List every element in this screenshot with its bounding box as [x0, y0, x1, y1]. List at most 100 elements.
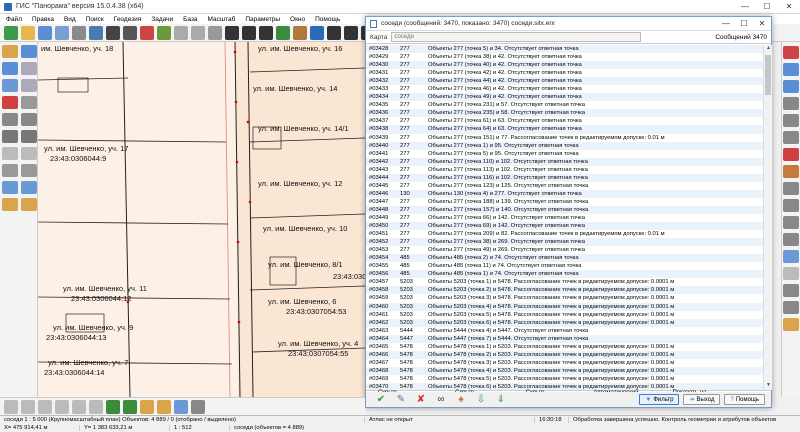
snap-icon[interactable]	[783, 148, 799, 161]
scroll-thumb[interactable]	[765, 55, 771, 95]
vertical-scrollbar[interactable]: ▲ ▼	[763, 45, 772, 390]
add-layer-icon[interactable]	[38, 25, 52, 40]
arrow-right-icon[interactable]	[783, 46, 799, 59]
redo-icon[interactable]	[783, 301, 799, 314]
message-row[interactable]: #03450 277 Объекты 277 (точка 69) и 142. О…	[366, 222, 763, 231]
download-icon[interactable]: ⇩	[474, 394, 488, 405]
text-label-icon[interactable]	[783, 267, 799, 280]
message-row[interactable]: #03432 277 Объекты 277 (точка 44) и 42. От…	[366, 77, 763, 86]
edit-icon[interactable]	[783, 63, 799, 76]
message-row[interactable]: #03439 277 Объекты 277 (точка 151) и 77. Р…	[366, 134, 763, 142]
pen-icon[interactable]: ✎	[394, 394, 408, 405]
line-icon[interactable]	[21, 45, 37, 58]
measure-line-icon[interactable]	[783, 250, 799, 263]
select-object-icon[interactable]	[4, 399, 18, 414]
message-row[interactable]: #03431 277 Объекты 277 (точка 42) и 42. От…	[366, 69, 763, 77]
settings-gear-icon[interactable]	[2, 198, 18, 211]
gear-icon[interactable]	[783, 318, 799, 331]
report-alt-icon[interactable]	[123, 399, 137, 414]
minimize-button[interactable]: —	[734, 0, 756, 14]
message-row[interactable]: #03463 5444 Объекты 5444 (точка 4) и 5447.…	[366, 327, 763, 335]
message-row[interactable]: #03442 277 Объекты 277 (точка 110) и 102. …	[366, 157, 763, 166]
select-icon[interactable]	[21, 62, 37, 75]
messages-grid[interactable]: #03428 277 Объекты 277 (точка 5) и 34. Отс…	[366, 45, 763, 390]
binoculars-find-icon[interactable]	[242, 25, 256, 40]
map-filter-input[interactable]	[391, 32, 642, 42]
select-all-icon[interactable]	[89, 399, 103, 414]
message-row[interactable]: #03448 277 Объекты 277 (точка 157) и 140. …	[366, 205, 763, 214]
message-row[interactable]: #03437 277 Объекты 277 (точка 61) и 63. От…	[366, 117, 763, 125]
zoom-in-icon[interactable]	[174, 25, 188, 40]
curve-icon[interactable]	[783, 80, 799, 93]
pan-icon[interactable]	[208, 25, 222, 40]
select-text-icon[interactable]	[72, 399, 86, 414]
edit-line-icon[interactable]	[2, 79, 18, 92]
message-row[interactable]: #03451 277 Объекты 277 (точка 209) и 82. Р…	[366, 230, 763, 238]
menu-edit[interactable]: Правка	[32, 16, 54, 23]
menu-search[interactable]: Поиск	[86, 16, 104, 23]
offset-icon[interactable]	[783, 216, 799, 229]
menu-tasks[interactable]: Задачи	[151, 16, 173, 23]
cursor-icon[interactable]	[191, 399, 205, 414]
select-point-icon[interactable]	[55, 399, 69, 414]
legend-icon[interactable]	[140, 25, 154, 40]
message-row[interactable]: #03457 5203 Объекты 5203 (точка 1) и 5478.…	[366, 278, 763, 286]
message-row[interactable]: #03434 277 Объекты 277 (точка 49) и 42. От…	[366, 93, 763, 102]
menu-help[interactable]: Помощь	[315, 16, 340, 23]
map-canvas[interactable]: им. Шевченко, уч. 18 ул. им. Шевченко, у…	[38, 42, 365, 397]
text-ab-icon[interactable]	[2, 147, 18, 160]
message-row[interactable]: #03459 5203 Объекты 5203 (точка 3) и 5478.…	[366, 294, 763, 302]
message-row[interactable]: #03460 5203 Объекты 5203 (точка 4) и 5478.…	[366, 302, 763, 311]
binoculars-search-icon[interactable]	[225, 25, 239, 40]
filter-button[interactable]: ▼ Фильтр	[639, 394, 680, 405]
copy-object-icon[interactable]	[2, 181, 18, 194]
menu-parameters[interactable]: Параметры	[245, 16, 280, 23]
properties-icon[interactable]	[21, 198, 37, 211]
message-row[interactable]: #03464 5447 Объекты 5447 (точка 7) и 5444.…	[366, 334, 763, 343]
info-icon[interactable]	[310, 25, 324, 40]
binoculars-select-icon[interactable]	[259, 25, 273, 40]
chain-icon[interactable]	[783, 233, 799, 246]
message-row[interactable]: #03468 5478 Объекты 5478 (точка 4) и 5203.…	[366, 366, 763, 375]
circle-icon[interactable]	[783, 131, 799, 144]
scroll-down-icon[interactable]: ▼	[764, 382, 773, 390]
menu-window[interactable]: Окно	[290, 16, 305, 23]
image-icon[interactable]	[293, 25, 307, 40]
message-row[interactable]: #03428 277 Объекты 277 (точка 5) и 34. Отс…	[366, 45, 763, 54]
rotate-icon[interactable]	[2, 164, 18, 177]
menu-scale[interactable]: Масштаб	[208, 16, 236, 23]
select-line-icon[interactable]	[38, 399, 52, 414]
download-all-icon[interactable]: ⇓	[494, 394, 508, 405]
dialog-maximize-button[interactable]: ☐	[735, 17, 753, 31]
print-icon[interactable]	[72, 25, 86, 40]
grid-icon[interactable]	[89, 25, 103, 40]
binoculars-view-icon[interactable]	[327, 25, 341, 40]
mirror-icon[interactable]	[21, 181, 37, 194]
menu-geodesy[interactable]: Геодезия	[114, 16, 142, 23]
zoom-out-icon[interactable]	[191, 25, 205, 40]
square-icon[interactable]	[783, 114, 799, 127]
message-row[interactable]: #03445 277 Объекты 277 (точка 123) и 125. …	[366, 182, 763, 190]
pencil-icon[interactable]	[2, 45, 18, 58]
message-row[interactable]: #03465 5478 Объекты 5478 (точка 1) и 5203.…	[366, 343, 763, 351]
new-map-icon[interactable]	[4, 25, 18, 40]
scale-icon[interactable]	[21, 164, 37, 177]
message-row[interactable]: #03455 485 Объекты 485 (точка 11) и 74. От…	[366, 262, 763, 270]
select-area-icon[interactable]	[21, 399, 35, 414]
delete-cross-icon[interactable]: ✘	[414, 394, 428, 405]
join-icon[interactable]	[21, 130, 37, 143]
menu-view[interactable]: Вид	[64, 16, 76, 23]
message-row[interactable]: #03458 5203 Объекты 5203 (точка 2) и 5478.…	[366, 286, 763, 295]
message-row[interactable]: #03438 277 Объекты 277 (точка 64) и 63. От…	[366, 125, 763, 134]
save-icon[interactable]	[55, 25, 69, 40]
table-icon[interactable]	[140, 399, 154, 414]
trim-icon[interactable]	[783, 182, 799, 195]
message-row[interactable]: #03429 277 Объекты 277 (точка 38) и 42. От…	[366, 53, 763, 61]
maximize-button[interactable]: ☐	[756, 0, 778, 14]
brush-fix-icon[interactable]: ♠	[454, 394, 468, 405]
message-row[interactable]: #03446 130 Объекты 130 (точка 4) и 277. От…	[366, 189, 763, 198]
message-row[interactable]: #03452 277 Объекты 277 (точка 38) и 269. О…	[366, 238, 763, 247]
polyline-icon[interactable]	[783, 97, 799, 110]
binoculars-zoom-icon[interactable]	[344, 25, 358, 40]
split-icon[interactable]	[2, 130, 18, 143]
